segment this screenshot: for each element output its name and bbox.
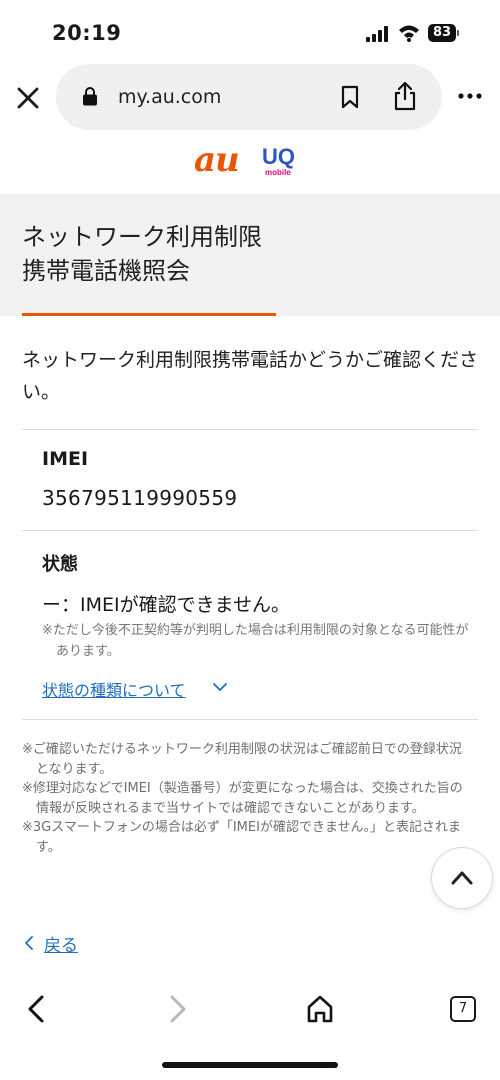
wifi-icon (399, 25, 419, 42)
url-text: my.au.com (118, 86, 222, 108)
battery-icon: 83 (428, 24, 460, 42)
lock-icon (83, 87, 97, 106)
uq-logo: UQ (262, 144, 295, 169)
back-arrow-icon[interactable] (24, 994, 48, 1024)
scroll-to-top-button[interactable] (432, 848, 492, 908)
share-icon[interactable] (393, 81, 417, 111)
status-label: 状態 (42, 554, 78, 575)
home-indicator (162, 1062, 338, 1068)
battery-level: 83 (428, 24, 456, 42)
title-underline (22, 313, 276, 316)
chevron-down-icon[interactable] (212, 680, 228, 694)
divider (22, 719, 478, 720)
au-logo: au (194, 140, 240, 180)
imei-label: IMEI (42, 448, 89, 470)
divider (22, 530, 478, 531)
status-types-link[interactable]: 状態の種類について (42, 677, 186, 701)
intro-text: ネットワーク利用制限携帯電話かどうかご確認ください。 (22, 349, 479, 403)
page-title: ネットワーク利用制限 携帯電話機照会 (22, 220, 262, 288)
bookmark-icon[interactable] (340, 85, 360, 109)
more-icon[interactable] (456, 82, 484, 110)
browser-toolbar: 7 (0, 976, 500, 1080)
status-time: 20:19 (52, 21, 122, 45)
forward-arrow-icon[interactable] (166, 994, 190, 1024)
signal-icon (366, 26, 388, 42)
home-icon[interactable] (306, 994, 334, 1024)
chevron-left-icon[interactable] (22, 935, 36, 951)
address-bar[interactable]: my.au.com (56, 64, 442, 130)
uq-mobile-label: mobile (265, 168, 291, 177)
footnote: ※3Gスマートフォンの場合は必ず「IMEIが確認できません。」と表記されます。 (22, 820, 462, 855)
tabs-button[interactable]: 7 (450, 996, 476, 1022)
page-title-line2: 携帯電話機照会 (22, 257, 190, 285)
footnotes: ※ご確認いただけるネットワーク利用制限の状況はご確認前日での登録状況となります。… (22, 740, 474, 857)
footnote: ※修理対応などでIMEI（製造番号）が変更になった場合は、交換された旨の情報が反… (22, 781, 463, 816)
imei-value: 356795119990559 (42, 486, 238, 510)
footnote: ※ご確認いただけるネットワーク利用制限の状況はご確認前日での登録状況となります。 (22, 742, 462, 777)
close-icon[interactable] (14, 84, 42, 112)
chevron-up-icon (451, 871, 473, 885)
back-link[interactable]: 戻る (44, 931, 78, 956)
page-title-line1: ネットワーク利用制限 (22, 223, 262, 251)
status-note: ※ただし今後不正契約等が判明した場合は利用制限の対象となる可能性があります。 (42, 623, 469, 659)
status-value: ー：IMEIが確認できません。 (42, 594, 291, 616)
status-bar: 20:19 83 (0, 0, 500, 62)
page-header: ネットワーク利用制限 携帯電話機照会 (0, 194, 500, 316)
divider (22, 429, 478, 430)
